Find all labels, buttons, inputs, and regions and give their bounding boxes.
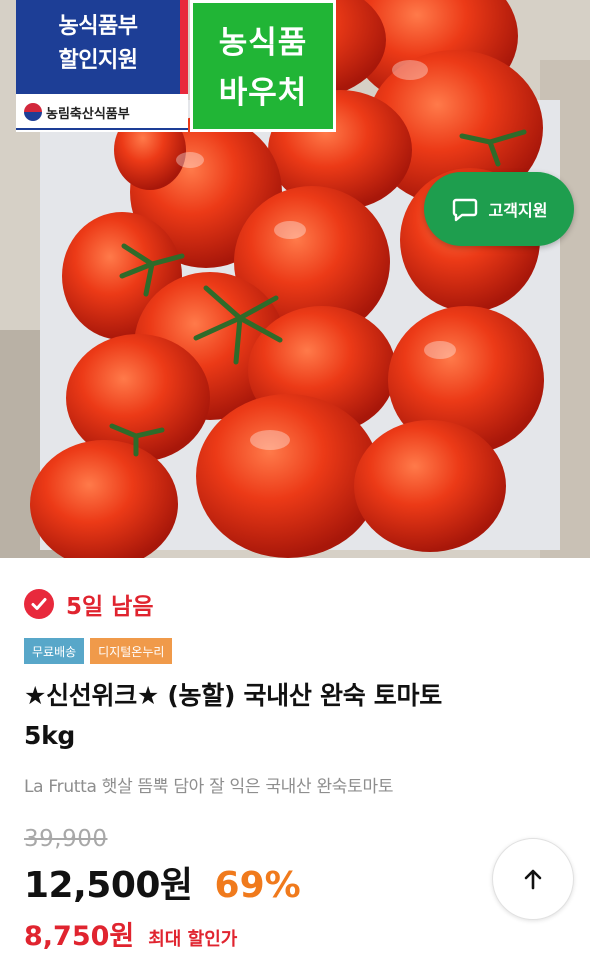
ministry-name: 농림축산식품부	[46, 106, 130, 122]
tag-digital-onnuri: 디지털온누리	[90, 638, 173, 664]
product-title: ★신선위크★ (농할) 국내산 완숙 토마토 5kg	[24, 676, 574, 756]
product-subtitle: La Frutta 햇살 뜸뿍 담아 잘 익은 국내산 완숙토마토	[24, 777, 394, 797]
max-discount-label: 최대 할인가	[148, 929, 238, 950]
product-tags: 무료배송 디지털온누리	[24, 638, 173, 664]
price-row: 12,500원 69%	[24, 856, 301, 908]
discount-rate: 69%	[214, 865, 301, 906]
clock-check-icon	[24, 589, 54, 619]
food-voucher-badge: 농식품 바우처	[190, 0, 336, 132]
voucher-badge-line1: 농식품	[218, 25, 308, 61]
gov-badge-line1: 농식품부	[58, 14, 138, 39]
gov-badge-stripe	[180, 0, 188, 94]
original-price: 39,900	[24, 826, 108, 852]
tag-free-shipping: 무료배송	[24, 638, 85, 664]
gov-badge-line2: 할인지원	[58, 48, 138, 73]
voucher-badge-line2: 바우처	[218, 75, 308, 111]
gov-badge-underline	[16, 128, 188, 130]
gov-discount-badge: 농식품부 할인지원 농림축산식품부	[16, 0, 188, 132]
product-title-line2: 5kg	[24, 721, 76, 750]
arrow-up-icon	[524, 869, 542, 890]
max-discount-price: 8,750원	[24, 921, 135, 952]
chat-bubble-icon	[452, 198, 477, 222]
product-title-line1: ★신선위크★ (농할) 국내산 완숙 토마토	[24, 681, 442, 710]
deal-timer: 5일 남음	[24, 586, 154, 622]
customer-support-button[interactable]: 고객지원	[424, 172, 574, 246]
product-image: 농식품부 할인지원 농림축산식품부 농식품 바우처	[0, 0, 590, 558]
sale-price: 12,500원	[24, 865, 193, 906]
scroll-to-top-button[interactable]	[492, 838, 574, 920]
taeguk-logo-icon	[24, 103, 42, 121]
timer-text: 5일 남음	[66, 594, 154, 620]
customer-support-label: 고객지원	[488, 201, 548, 220]
ministry-label: 농림축산식품부	[24, 98, 188, 126]
max-discount-row: 8,750원 최대 할인가	[24, 914, 237, 953]
